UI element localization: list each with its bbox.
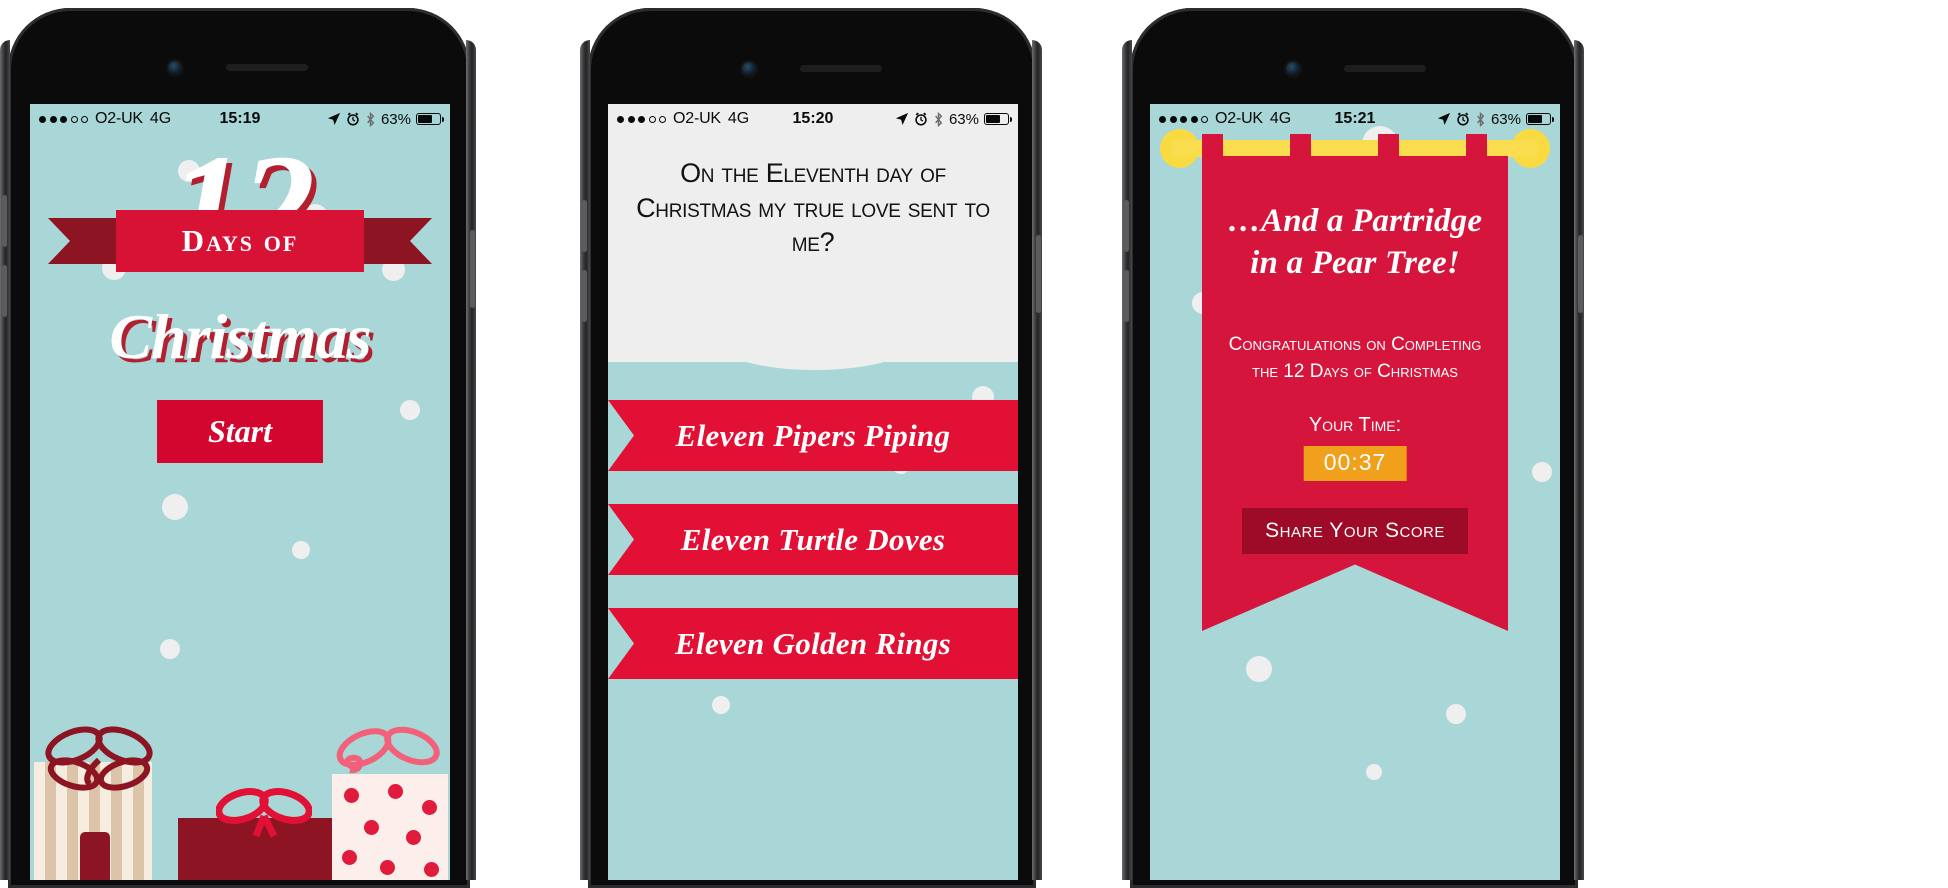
battery-icon [984,113,1013,125]
phone-3-left-edge [1122,40,1132,880]
status-right: 63% [895,110,1013,128]
snow-dot [162,494,188,520]
answer-list: Eleven Pipers Piping Eleven Turtle Doves… [608,400,1018,712]
status-right: 63% [1437,110,1555,128]
status-right: 63% [327,110,445,128]
screenshot-stage: O2-UK 4G 15:19 63% 12 Days of Christmas … [0,0,1948,888]
front-camera-icon [742,62,756,76]
battery-percent-label: 63% [380,110,411,128]
gift-decoration-group [30,720,450,880]
front-camera-icon [1286,62,1300,76]
ribbon-label: Days of [181,223,299,258]
snow-dot [1366,764,1382,780]
power-button[interactable] [470,230,475,308]
snow-dot [1446,704,1466,724]
snow-dot [1532,462,1552,482]
volume-up-button[interactable] [582,200,587,252]
battery-icon [416,113,445,125]
alarm-clock-icon [347,112,359,126]
answer-option-2[interactable]: Eleven Turtle Doves [608,504,1018,575]
snow-dot [292,541,310,559]
result-banner: …And a Partridge in a Pear Tree! Congrat… [1202,156,1508,631]
volume-down-button[interactable] [1124,270,1129,322]
phone-2-right-edge [1032,40,1042,880]
battery-percent-label: 63% [1490,110,1521,128]
phone-1-left-edge [0,40,10,880]
battery-icon [1526,113,1555,125]
snow-dot [160,639,180,659]
logo-ribbon: Days of [30,210,450,272]
phone-1-screen: O2-UK 4G 15:19 63% 12 Days of Christmas … [30,104,450,880]
front-camera-icon [168,61,182,75]
earpiece-speaker [226,64,308,71]
time-value-badge: 00:37 [1303,446,1407,481]
power-button[interactable] [1578,235,1583,313]
phone-2-left-edge [580,40,590,880]
phone-1-right-edge [466,40,476,880]
bluetooth-icon [1477,111,1485,127]
answer-label: Eleven Pipers Piping [675,417,951,453]
your-time-label: Your Time: [1308,414,1402,436]
answer-label: Eleven Turtle Doves [680,521,946,557]
location-arrow-icon [1437,112,1451,125]
answer-label: Eleven Golden Rings [674,625,952,661]
snow-dot [1246,656,1272,682]
bluetooth-icon [935,111,943,127]
alarm-clock-icon [915,112,927,126]
dark-red-bow-icon [45,726,153,791]
power-button[interactable] [1036,235,1041,313]
snow-dot [400,400,420,420]
answer-option-3[interactable]: Eleven Golden Rings [608,608,1018,679]
answer-option-1[interactable]: Eleven Pipers Piping [608,400,1018,471]
pink-bow-icon [336,726,440,774]
question-text: On the Eleventh day of Christmas my true… [636,158,990,258]
location-arrow-icon [327,112,341,125]
logo-script-text: Christmas [109,301,371,372]
red-bow-icon [216,788,312,838]
volume-up-button[interactable] [2,195,7,247]
gift-tag [80,832,110,880]
wave-divider [608,304,1018,370]
battery-percent-label: 63% [948,110,979,128]
earpiece-speaker [1344,65,1426,72]
phone-2-screen: O2-UK 4G 15:20 63% On the Eleventh day o… [608,104,1018,880]
start-button[interactable]: Start [157,400,323,463]
volume-down-button[interactable] [582,270,587,322]
earpiece-speaker [800,65,882,72]
volume-up-button[interactable] [1124,200,1129,252]
location-arrow-icon [895,112,909,125]
phone-3-screen: O2-UK 4G 15:21 63% …And a Partridge in a… [1150,104,1560,880]
bluetooth-icon [367,111,375,127]
volume-down-button[interactable] [2,265,7,317]
ribbon-band: Days of [116,210,364,272]
status-bar: O2-UK 4G 15:20 63% [608,104,1018,134]
banner-title: …And a Partridge in a Pear Tree! [1227,203,1483,282]
alarm-clock-icon [1457,112,1469,126]
status-bar: O2-UK 4G 15:21 63% [1150,104,1560,134]
phone-3-right-edge [1574,40,1584,880]
banner-subtitle: Congratulations on Completing the 12 Day… [1228,334,1482,382]
share-score-button[interactable]: Share Your Score [1242,508,1468,554]
